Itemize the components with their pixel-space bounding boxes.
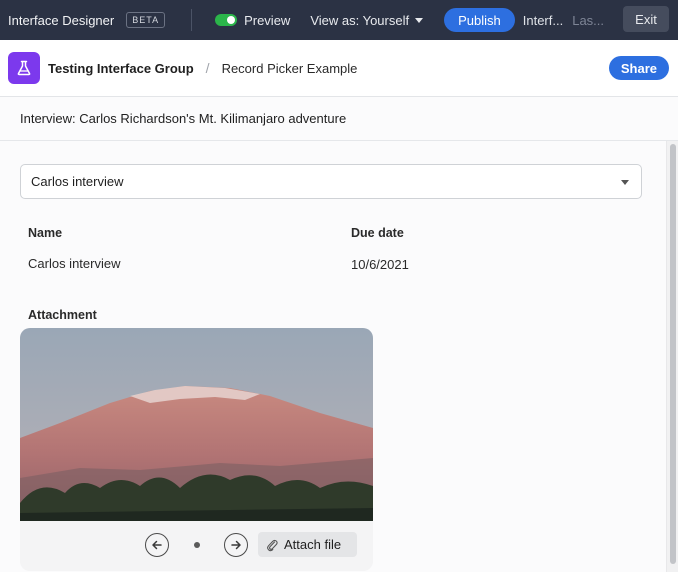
preview-toggle[interactable]: [215, 14, 238, 26]
breadcrumb-group[interactable]: Testing Interface Group: [48, 61, 194, 76]
arrow-right-icon[interactable]: [224, 533, 248, 557]
breadcrumb-page[interactable]: Record Picker Example: [222, 61, 358, 76]
last-edited: Las...: [572, 12, 605, 28]
view-as-dropdown[interactable]: View as: Yourself: [310, 12, 424, 28]
due-date-value: 10/6/2021: [351, 257, 409, 272]
chevron-down-icon: [415, 17, 424, 23]
top-bar: Interface Designer BETA Preview View as:…: [0, 0, 678, 40]
scrollbar[interactable]: [666, 141, 678, 572]
beta-badge: BETA: [126, 12, 166, 28]
page-dot: [194, 542, 200, 548]
attach-file-button[interactable]: Attach file: [258, 532, 357, 557]
arrow-left-icon[interactable]: [145, 533, 169, 557]
page-header: Testing Interface Group / Record Picker …: [0, 40, 678, 97]
attachment-image[interactable]: [20, 328, 373, 521]
attachment-controls: Attach file: [20, 521, 373, 571]
publish-button[interactable]: Publish: [444, 8, 515, 32]
exit-button[interactable]: Exit: [623, 6, 669, 32]
flask-icon[interactable]: [8, 52, 40, 84]
app-title: Interface Designer: [8, 12, 115, 28]
chevron-down-icon: [621, 180, 629, 185]
name-label: Name: [28, 226, 63, 240]
scrollbar-thumb[interactable]: [670, 144, 676, 564]
attachment-card: Attach file: [20, 328, 373, 571]
record-picker[interactable]: Carlos interview: [20, 164, 642, 199]
attachment-label: Attachment: [28, 308, 97, 322]
view-as-label: View as: Yourself: [310, 12, 410, 28]
record-picker-value: Carlos interview: [31, 174, 124, 189]
name-value: Carlos interview: [28, 256, 121, 271]
divider: [191, 9, 193, 31]
share-button[interactable]: Share: [608, 56, 669, 80]
breadcrumb-separator: /: [205, 60, 210, 76]
record-title-bar: Interview: Carlos Richardson's Mt. Kilim…: [0, 97, 678, 141]
paperclip-icon: [266, 538, 278, 552]
attach-file-label: Attach file: [284, 537, 342, 552]
record-title: Interview: Carlos Richardson's Mt. Kilim…: [20, 111, 347, 126]
preview-label[interactable]: Preview: [244, 13, 290, 28]
main-content: Carlos interview Name Carlos interview D…: [0, 141, 666, 572]
due-date-label: Due date: [351, 226, 404, 240]
interface-name[interactable]: Interf...: [523, 13, 563, 28]
